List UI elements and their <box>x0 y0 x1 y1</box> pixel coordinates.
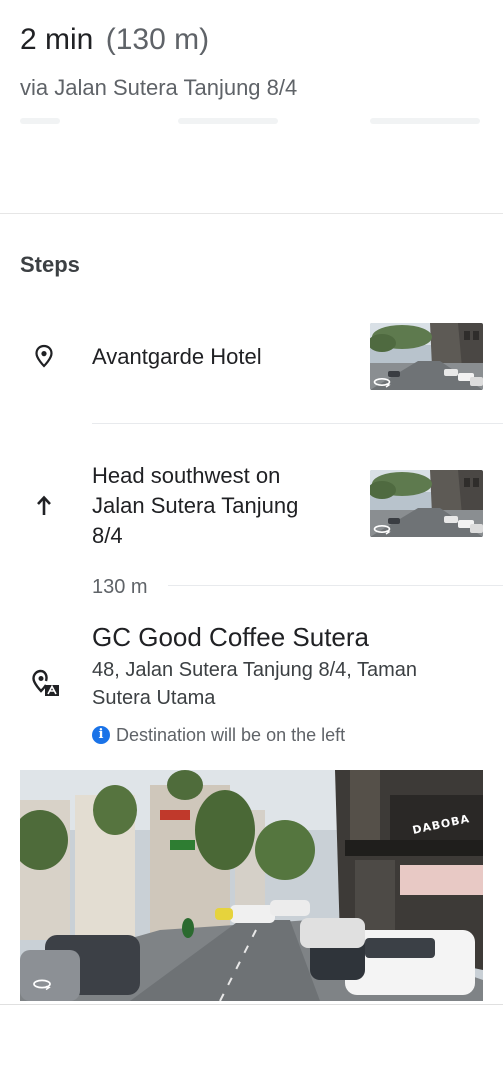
route-via: via Jalan Sutera Tanjung 8/4 <box>20 75 298 100</box>
step-instruction-line: Jalan Sutera Tanjung <box>92 493 299 518</box>
section-divider <box>0 1004 503 1005</box>
street-view-360-icon <box>33 979 51 991</box>
street-view-360-icon <box>373 377 391 388</box>
destination-flag-icon <box>30 668 60 698</box>
step-head-southwest[interactable]: Head southwest on Jalan Sutera Tanjung 8… <box>0 460 503 560</box>
street-view-thumbnail[interactable] <box>370 323 483 390</box>
destination-address-line: Sutera Utama <box>92 687 216 709</box>
location-pin-icon <box>32 344 56 368</box>
step-instruction-line: 8/4 <box>92 523 123 548</box>
info-icon: i <box>92 726 110 744</box>
step-instruction-line: Head southwest on <box>92 463 281 488</box>
faint-placeholder <box>370 118 480 124</box>
duration-value: 2 min <box>20 23 94 56</box>
steps-heading: Steps <box>20 252 80 277</box>
step-divider <box>92 423 503 424</box>
street-view-thumbnail[interactable] <box>370 470 483 537</box>
arrow-up-icon <box>33 494 55 518</box>
street-view-360-icon <box>373 524 391 535</box>
section-divider <box>0 213 503 214</box>
step-distance: 130 m <box>92 576 148 598</box>
destination-note: i Destination will be on the left <box>92 723 345 747</box>
destination-address: 48, Jalan Sutera Tanjung 8/4, Taman Sute… <box>92 656 482 712</box>
destination-street-view-photo[interactable]: DABOBA <box>20 770 483 1001</box>
faint-placeholder <box>178 118 278 124</box>
step-start-label: Avantgarde Hotel <box>92 344 262 369</box>
destination-name: GC Good Coffee Sutera <box>92 622 370 652</box>
step-instruction: Head southwest on Jalan Sutera Tanjung 8… <box>92 461 357 551</box>
step-start[interactable]: Avantgarde Hotel <box>0 322 503 392</box>
destination-note-text: Destination will be on the left <box>116 725 346 745</box>
route-duration: 2 min (130 m) <box>20 22 209 58</box>
step-distance-line <box>168 585 503 586</box>
route-distance: (130 m) <box>105 23 210 56</box>
faint-placeholder <box>20 118 60 124</box>
destination-address-line: 48, Jalan Sutera Tanjung 8/4, Taman <box>92 659 418 681</box>
